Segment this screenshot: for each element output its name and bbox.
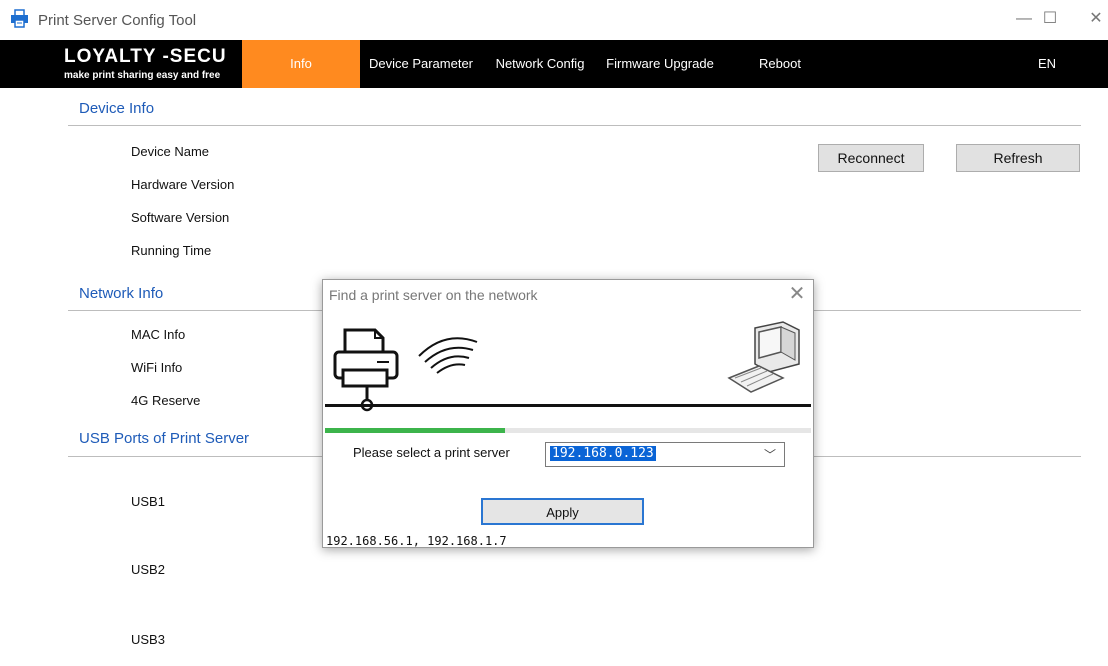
usb-port-label: USB2 xyxy=(131,562,165,577)
usb-port-label: USB3 xyxy=(131,632,165,647)
tab-reboot[interactable]: Reboot xyxy=(740,40,820,88)
field-label-running-time: Running Time xyxy=(131,243,212,258)
reconnect-button[interactable]: Reconnect xyxy=(818,144,924,172)
field-label-device-name: Device Name xyxy=(131,144,210,159)
field-label-software-version: Software Version xyxy=(131,210,230,225)
local-ip-list: 192.168.56.1, 192.168.1.7 xyxy=(326,534,507,548)
network-line xyxy=(325,404,811,407)
field-label-mac-info: MAC Info xyxy=(131,327,186,342)
select-server-label: Please select a print server xyxy=(353,445,510,460)
close-window-button[interactable]: ✕ xyxy=(1084,8,1108,30)
tab-info[interactable]: Info xyxy=(242,40,360,88)
field-label-hardware-version: Hardware Version xyxy=(131,177,235,192)
language-selector[interactable]: EN xyxy=(1024,40,1070,88)
section-title-network-info: Network Info xyxy=(79,285,164,302)
divider xyxy=(68,125,1081,126)
computer-icon xyxy=(725,320,807,400)
field-label-4g-reserve: 4G Reserve xyxy=(131,393,201,408)
logo-title: LOYALTY -SECU xyxy=(64,46,227,67)
logo-subtitle: make print sharing easy and free xyxy=(64,70,221,81)
section-title-device-info: Device Info xyxy=(79,100,155,117)
chevron-down-icon: ﹀ xyxy=(764,448,777,462)
refresh-button[interactable]: Refresh xyxy=(956,144,1080,172)
print-server-select[interactable]: 192.168.0.123 ﹀ xyxy=(545,442,785,467)
selected-server-value: 192.168.0.123 xyxy=(550,446,656,461)
maximize-button[interactable]: ☐ xyxy=(1038,8,1062,30)
dialog-title: Find a print server on the network xyxy=(329,287,538,303)
tab-firmware-upgrade[interactable]: Firmware Upgrade xyxy=(598,40,722,88)
tab-network-config[interactable]: Network Config xyxy=(485,40,595,88)
apply-button[interactable]: Apply xyxy=(481,498,644,525)
printer-icon xyxy=(331,324,405,414)
minimize-button[interactable]: — xyxy=(1012,8,1036,30)
section-title-usb-ports: USB Ports of Print Server xyxy=(79,430,250,447)
find-print-server-dialog: Find a print server on the network ✕ Ple… xyxy=(322,279,814,548)
close-icon[interactable]: ✕ xyxy=(785,282,809,306)
app-printer-icon xyxy=(10,9,30,29)
tab-device-parameter[interactable]: Device Parameter xyxy=(362,40,480,88)
search-progress-fill xyxy=(325,428,505,433)
search-progress-bar xyxy=(325,428,811,433)
field-label-wifi-info: WiFi Info xyxy=(131,360,183,375)
window-title: Print Server Config Tool xyxy=(38,12,197,29)
wifi-icon xyxy=(415,332,481,376)
usb-port-label: USB1 xyxy=(131,494,165,509)
